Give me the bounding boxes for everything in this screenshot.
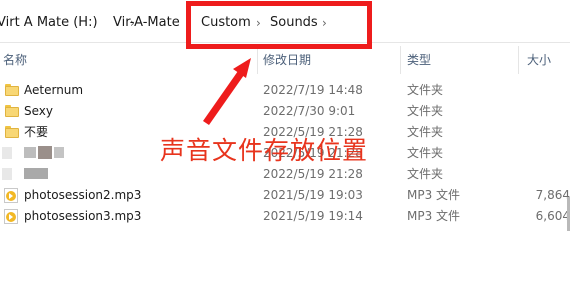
annotation-label: 声音文件存放位置 bbox=[160, 136, 369, 165]
